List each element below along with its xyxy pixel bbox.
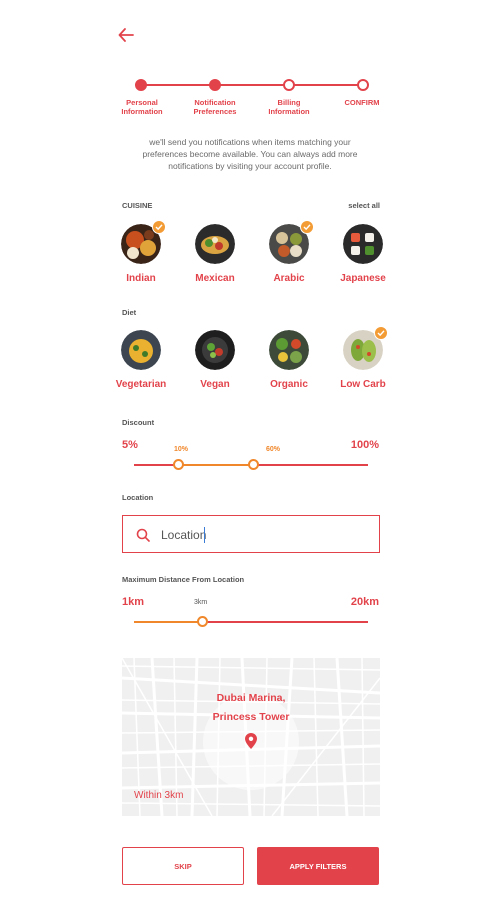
intro-text: we'll send you notifications when items … xyxy=(142,137,358,171)
organic-food-image xyxy=(269,330,309,370)
discount-max-label: 100% xyxy=(350,439,379,451)
step-2-dot xyxy=(209,79,221,91)
search-icon xyxy=(136,528,150,542)
vegan-food-image xyxy=(195,330,235,370)
distance-current-value: 3km xyxy=(194,599,208,606)
cuisine-name: Arabic xyxy=(273,273,305,284)
cuisine-name: Japanese xyxy=(340,273,386,284)
location-label: Location xyxy=(122,493,154,502)
skip-button[interactable]: SKIP xyxy=(122,847,244,885)
map-radius-text: Within 3km xyxy=(134,790,184,801)
location-input[interactable] xyxy=(161,525,361,545)
location-search-box[interactable] xyxy=(122,515,380,553)
map-pin-icon xyxy=(245,733,257,749)
cuisine-indian[interactable]: Indian xyxy=(109,220,173,284)
mexican-food-image xyxy=(195,224,235,264)
apply-filters-button[interactable]: APPLY FILTERS xyxy=(257,847,379,885)
diet-low-carb[interactable]: Low Carb xyxy=(331,326,395,390)
distance-min-label: 1km xyxy=(122,596,145,608)
diet-organic[interactable]: Organic xyxy=(257,330,321,390)
diet-vegetarian[interactable]: Vegetarian xyxy=(109,330,173,390)
cuisine-list: Indian Mexican Arabic Japanese xyxy=(109,220,395,294)
diet-name: Low Carb xyxy=(340,379,386,390)
discount-high-thumb[interactable] xyxy=(248,459,259,470)
select-all-link[interactable]: select all xyxy=(348,201,380,210)
map-place-name: Dubai Marina, Princess Tower xyxy=(122,689,380,727)
stepper-line xyxy=(141,84,363,86)
low-carb-food-image xyxy=(343,326,388,370)
indian-food-image xyxy=(121,220,166,264)
cuisine-name: Indian xyxy=(126,273,156,284)
cuisine-arabic[interactable]: Arabic xyxy=(257,220,321,284)
step-4-label: CONFIRM xyxy=(344,98,380,107)
diet-name: Organic xyxy=(270,379,308,390)
discount-min-label: 5% xyxy=(122,439,138,451)
distance-max-label: 20km xyxy=(350,596,379,608)
distance-label: Maximum Distance From Location xyxy=(122,575,245,584)
cuisine-name: Mexican xyxy=(195,273,235,284)
back-arrow-icon[interactable] xyxy=(117,26,135,44)
cuisine-japanese[interactable]: Japanese xyxy=(331,224,395,284)
location-map[interactable]: Dubai Marina, Princess Tower Within 3km xyxy=(122,658,380,816)
step-3-dot xyxy=(283,79,295,91)
vegetarian-food-image xyxy=(121,330,161,370)
discount-high-value: 60% xyxy=(266,446,281,453)
selected-check-icon xyxy=(374,326,388,340)
cuisine-label: CUISINE xyxy=(122,201,153,210)
diet-name: Vegan xyxy=(200,379,230,390)
map-place-line-2: Princess Tower xyxy=(212,711,290,723)
map-place-line-1: Dubai Marina, xyxy=(216,692,286,704)
diet-name: Vegetarian xyxy=(115,379,167,390)
diet-vegan[interactable]: Vegan xyxy=(183,330,247,390)
diet-label: Diet xyxy=(122,308,137,317)
step-4-dot xyxy=(357,79,369,91)
discount-label: Discount xyxy=(122,418,155,427)
text-caret xyxy=(204,527,205,543)
selected-check-icon xyxy=(300,220,314,234)
cuisine-mexican[interactable]: Mexican xyxy=(183,224,247,284)
distance-fill xyxy=(134,621,202,623)
discount-low-value: 10% xyxy=(174,446,189,453)
selected-check-icon xyxy=(152,220,166,234)
discount-range-fill xyxy=(178,464,253,466)
discount-low-thumb[interactable] xyxy=(173,459,184,470)
step-1-dot xyxy=(135,79,147,91)
arabic-food-image xyxy=(269,220,314,264)
diet-list: Vegetarian Vegan Organic Low Carb xyxy=(109,326,395,400)
distance-thumb[interactable] xyxy=(197,616,208,627)
japanese-food-image xyxy=(343,224,383,264)
progress-stepper: Personal Information Notification Prefer… xyxy=(0,77,500,127)
